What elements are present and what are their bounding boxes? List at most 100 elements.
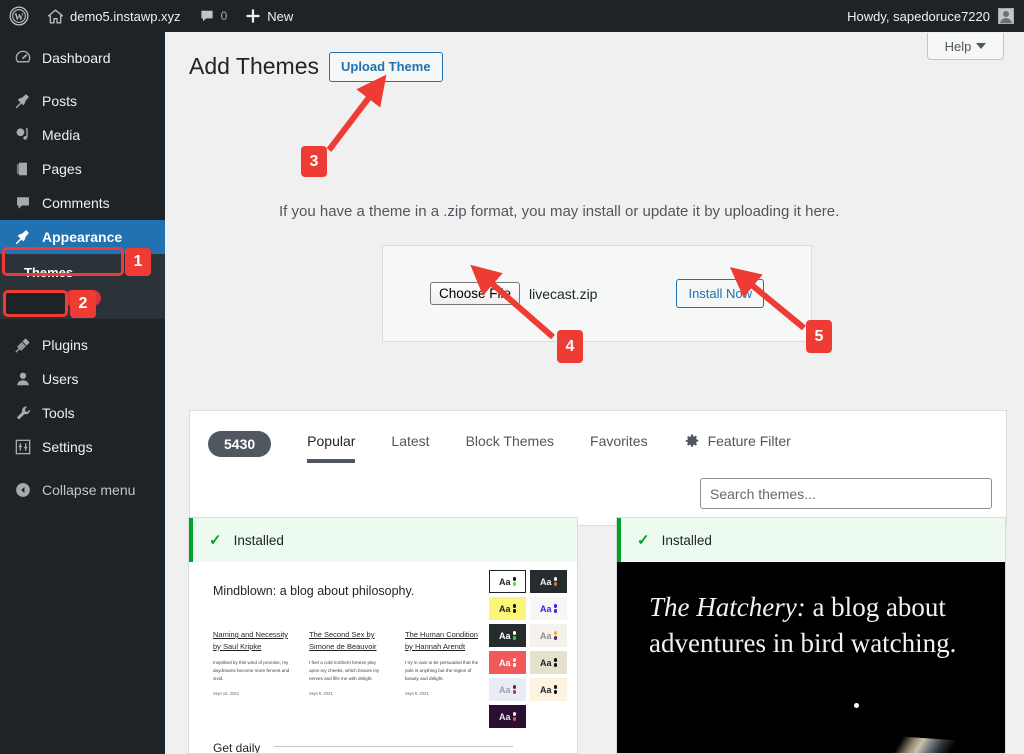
- preview-post-date: Sept 16, 2021: [213, 691, 240, 697]
- sidebar-item-label: Users: [42, 371, 79, 387]
- sidebar-item-label: Plugins: [42, 337, 88, 353]
- tab-popular[interactable]: Popular: [289, 429, 373, 463]
- collapse-menu-button[interactable]: Collapse menu: [0, 473, 165, 507]
- preview-post-excerpt: I try in vain to be persuaded that the p…: [405, 660, 479, 682]
- swatch-dots: [512, 712, 516, 721]
- upload-theme-button[interactable]: Upload Theme: [328, 52, 443, 83]
- install-now-button[interactable]: Install Now: [676, 279, 765, 308]
- dashboard-icon: [13, 48, 33, 68]
- sidebar-item-plugins[interactable]: Plugins: [0, 328, 165, 362]
- color-swatch: Aa: [489, 678, 526, 701]
- sidebar-item-label: Pages: [42, 161, 82, 177]
- new-content-button[interactable]: New: [236, 0, 302, 32]
- swatch-label: Aa: [498, 603, 511, 614]
- swatch-dots: [553, 685, 557, 694]
- sidebar-item-label: Media: [42, 127, 81, 143]
- site-name-label: demo5.instawp.xyz: [70, 8, 181, 24]
- color-swatch: Aa: [489, 705, 526, 728]
- color-swatch: Aa: [489, 570, 526, 593]
- highlight-box-themes: [3, 290, 68, 317]
- swatch-dots: [512, 658, 516, 667]
- swatch-dots: [512, 685, 516, 694]
- sidebar-item-settings[interactable]: Settings: [0, 430, 165, 464]
- feature-filter-button[interactable]: Feature Filter: [666, 429, 809, 459]
- preview-post: The Second Sex by Simone de Beauvoir I f…: [309, 629, 387, 696]
- new-label: New: [267, 8, 294, 24]
- preview-post-list: Naming and Necessity by Saul Kripke Insp…: [213, 629, 483, 696]
- swatch-label: Aa: [539, 603, 552, 614]
- sidebar-item-pages[interactable]: Pages: [0, 152, 165, 186]
- sidebar-item-users[interactable]: Users: [0, 362, 165, 396]
- menu-spacer-2: [0, 319, 165, 328]
- theme-card[interactable]: ✓ Installed Mindblown: a blog about phil…: [188, 517, 578, 754]
- comments-count: 0: [220, 9, 228, 23]
- swatch-label: Aa: [539, 657, 552, 668]
- page-header: Add Themes Upload Theme: [189, 52, 443, 83]
- sidebar-item-posts[interactable]: Posts: [0, 84, 165, 118]
- checkmark-icon: ✓: [209, 532, 222, 549]
- plugins-plug-icon: [13, 335, 33, 355]
- tab-block-themes[interactable]: Block Themes: [448, 429, 572, 459]
- swatch-label: Aa: [539, 576, 552, 587]
- filter-tabs-row: 5430 Popular Latest Block Themes Favorit…: [190, 411, 1006, 463]
- preview-post-title: The Second Sex by Simone de Beauvoir: [309, 630, 377, 651]
- annotation-marker-2: 2: [70, 290, 96, 318]
- sidebar-item-dashboard[interactable]: Dashboard: [0, 41, 165, 75]
- media-icon: [13, 125, 33, 145]
- preview-footer-text: Get daily: [213, 741, 261, 754]
- admin-sidebar: Dashboard Posts Media Pages Comments App…: [0, 32, 173, 754]
- help-button[interactable]: Help: [927, 33, 1004, 60]
- sidebar-item-label: Settings: [42, 439, 93, 455]
- tab-latest[interactable]: Latest: [373, 429, 447, 459]
- bird-eye-highlight: [854, 703, 859, 708]
- site-name-button[interactable]: demo5.instawp.xyz: [38, 0, 190, 32]
- preview-headline-emphasis: The Hatchery:: [649, 592, 806, 622]
- comment-bubble-icon: [200, 10, 213, 22]
- annotation-marker-3: 3: [301, 146, 327, 177]
- sidebar-item-media[interactable]: Media: [0, 118, 165, 152]
- menu-spacer-3: [0, 464, 165, 473]
- comments-button[interactable]: 0: [190, 0, 237, 32]
- greeting-label: Howdy, sapedoruce7220: [847, 8, 990, 24]
- swatch-label: Aa: [498, 684, 511, 695]
- preview-footer: Get daily: [213, 741, 513, 754]
- theme-card[interactable]: ✓ Installed The Hatchery: a blog about a…: [616, 517, 1006, 754]
- preview-post-title: Naming and Necessity by Saul Kripke: [213, 630, 289, 651]
- swatch-label: Aa: [498, 657, 511, 668]
- swatch-label: Aa: [498, 711, 511, 722]
- preview-post-date: Sept 8, 2021: [405, 691, 429, 697]
- sidebar-item-label: Posts: [42, 93, 78, 109]
- page-title: Add Themes: [189, 53, 319, 80]
- bird-photo: [845, 732, 969, 753]
- collapse-menu-label: Collapse menu: [42, 482, 136, 498]
- sidebar-item-comments[interactable]: Comments: [0, 186, 165, 220]
- color-swatch: Aa: [530, 597, 567, 620]
- swatch-dots: [553, 658, 557, 667]
- main-content: Help Add Themes Upload Theme If you have…: [165, 32, 1024, 754]
- upload-description: If you have a theme in a .zip format, yo…: [279, 203, 840, 220]
- annotation-marker-1: 1: [125, 248, 151, 276]
- color-swatch: Aa: [530, 651, 567, 674]
- wordpress-logo-button[interactable]: W: [0, 0, 38, 32]
- wordpress-logo-icon: W: [9, 6, 29, 26]
- color-swatch: Aa: [489, 624, 526, 647]
- preview-post-excerpt: Inspirited by this wind of promise, my d…: [213, 660, 290, 682]
- account-menu[interactable]: Howdy, sapedoruce7220: [847, 8, 1024, 24]
- upload-theme-panel: Choose File livecast.zip Install Now: [382, 245, 812, 342]
- color-swatch: Aa: [489, 651, 526, 674]
- search-themes-input[interactable]: Search themes...: [700, 478, 992, 509]
- tab-favorites[interactable]: Favorites: [572, 429, 666, 459]
- preview-divider: [274, 746, 513, 747]
- comments-icon: [13, 193, 33, 213]
- choose-file-button[interactable]: Choose File: [429, 282, 520, 305]
- status-badge: ✓ Installed: [617, 518, 1005, 562]
- sidebar-item-tools[interactable]: Tools: [0, 396, 165, 430]
- screenshot-root: W demo5.instawp.xyz 0 New Howdy, sapedor…: [0, 0, 1024, 754]
- plus-icon: [246, 9, 260, 23]
- sidebar-item-label: Appearance: [42, 229, 123, 245]
- sidebar-item-label: Tools: [42, 405, 75, 421]
- swatch-dots: [553, 577, 557, 586]
- pages-icon: [13, 159, 33, 179]
- annotation-marker-4: 4: [557, 330, 583, 363]
- svg-text:W: W: [14, 12, 24, 22]
